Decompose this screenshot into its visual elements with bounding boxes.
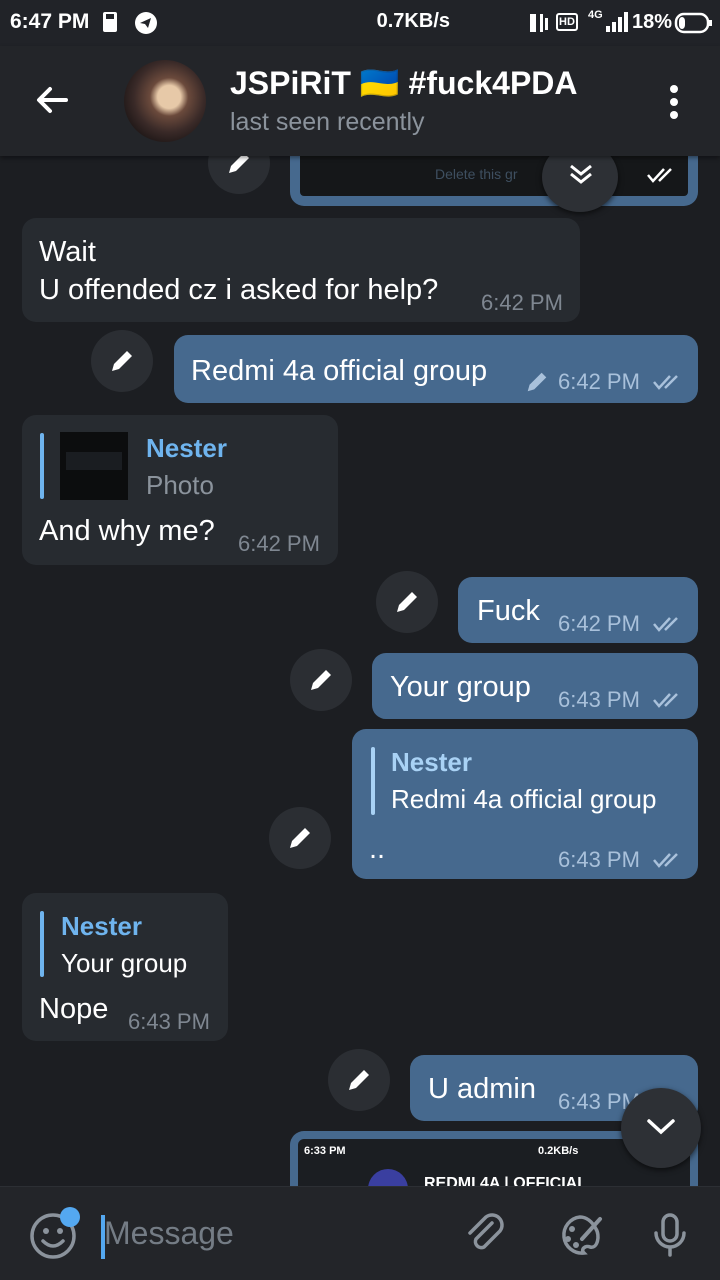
message-time: 6:42 PM: [481, 290, 563, 315]
message-time: 6:43 PM: [558, 687, 640, 712]
edit-button[interactable]: [269, 807, 331, 869]
pencil-icon: [311, 670, 331, 690]
unread-dot: [60, 1207, 80, 1227]
data-transfer-icon: [530, 14, 548, 32]
mic-icon[interactable]: [646, 1211, 694, 1259]
attach-icon[interactable]: [462, 1211, 510, 1259]
message-text: Fuck: [477, 595, 540, 627]
edit-button[interactable]: [91, 330, 153, 392]
message-text: U admin: [428, 1073, 536, 1105]
net-type: 4G: [588, 9, 603, 21]
reply-thumbnail: [60, 432, 128, 500]
screenshot-title: REDMI 4A | OFFICIAL: [424, 1175, 587, 1186]
paint-icon[interactable]: [556, 1211, 604, 1259]
reply-name: Nester: [391, 747, 472, 777]
battery-icon: [674, 12, 712, 34]
reply-text: Photo: [146, 470, 214, 500]
screenshot-speed: 0.2KB/s: [538, 1145, 579, 1157]
message-time: 6:42 PM: [558, 611, 640, 636]
read-check-icon: [653, 375, 678, 390]
message-bubble-in[interactable]: Wait U offended cz i asked for help? 6:4…: [22, 218, 580, 322]
chevron-down-icon: [647, 1119, 675, 1135]
status-time: 6:47 PM: [10, 10, 90, 33]
message-time: 6:43 PM: [558, 847, 640, 872]
message-bubble-out[interactable]: Your group 6:43 PM: [372, 653, 698, 719]
screenshot-image: Delete this gr: [300, 156, 688, 196]
reply-name: Nester: [146, 433, 227, 463]
scroll-down-button[interactable]: [621, 1088, 701, 1168]
message-input-bar: Message: [0, 1186, 720, 1280]
read-check-icon: [653, 853, 678, 868]
pencil-icon: [229, 156, 249, 173]
chat-subtitle: last seen recently: [230, 108, 425, 136]
message-text: Redmi 4a official group: [191, 355, 488, 387]
chat-title[interactable]: JSPiRiT 🇺🇦 #fuck4PDA: [230, 64, 578, 102]
status-bar: 6:47 PM 0.7KB/s HD 4G 18%: [0, 0, 720, 46]
pencil-icon: [112, 351, 132, 371]
screenshot-time: 6:33 PM: [304, 1145, 346, 1157]
edit-button[interactable]: [290, 649, 352, 711]
pencil-icon: [290, 828, 310, 848]
net-speed: 0.7KB/s: [376, 10, 450, 32]
message-input[interactable]: Message: [104, 1215, 234, 1252]
message-time: 6:43 PM: [128, 1009, 210, 1034]
message-text: Nope: [39, 993, 109, 1025]
hd-badge: HD: [556, 13, 578, 31]
read-check-icon: [653, 617, 678, 632]
battery-percent: 18%: [632, 11, 673, 33]
message-bubble-out[interactable]: Nester Redmi 4a official group .. 6:43 P…: [352, 729, 698, 879]
signal-icon: [606, 12, 628, 32]
message-bubble-out[interactable]: Fuck 6:42 PM: [458, 577, 698, 643]
pencil-icon: [349, 1070, 369, 1090]
avatar[interactable]: [124, 60, 206, 142]
message-bubble-out[interactable]: Redmi 4a official group 6:42 PM: [174, 335, 698, 403]
message-list[interactable]: Delete this gr Wait U offended cz i aske…: [0, 156, 720, 1186]
message-bubble-in[interactable]: Nester Photo And why me? 6:42 PM: [22, 415, 338, 565]
telegram-notification-icon: [135, 12, 157, 34]
reply-bar: [371, 747, 375, 815]
reply-bar: [40, 911, 44, 977]
read-check-icon: [653, 693, 678, 708]
message-bubble-in[interactable]: Nester Your group Nope 6:43 PM: [22, 893, 228, 1041]
screenshot-text: Delete this gr: [435, 166, 518, 182]
back-arrow-icon[interactable]: [32, 80, 72, 120]
reply-name: Nester: [61, 911, 142, 941]
edited-pencil-icon: [527, 372, 547, 392]
chat-header: JSPiRiT 🇺🇦 #fuck4PDA last seen recently: [0, 46, 720, 156]
sim-icon: [103, 12, 117, 32]
edit-button[interactable]: [376, 571, 438, 633]
message-text: U offended cz i asked for help?: [39, 274, 439, 306]
message-time: 6:42 PM: [238, 531, 320, 556]
reply-text: Redmi 4a official group: [391, 784, 657, 814]
message-text: Wait: [39, 236, 96, 268]
read-check-icon: [647, 168, 672, 183]
message-bubble-out[interactable]: Delete this gr: [290, 156, 698, 206]
message-time: 6:42 PM: [558, 369, 640, 394]
message-text: And why me?: [39, 515, 215, 547]
double-chevron-down-icon: [570, 164, 592, 184]
reply-text: Your group: [61, 948, 188, 978]
edit-button[interactable]: [328, 1049, 390, 1111]
screenshot-avatar: [368, 1169, 408, 1186]
edit-button[interactable]: [208, 156, 270, 194]
pencil-icon: [397, 592, 417, 612]
message-text: Your group: [390, 671, 531, 703]
kebab-menu-icon[interactable]: [664, 82, 684, 122]
message-text: ..: [369, 833, 386, 865]
reply-bar: [40, 433, 44, 499]
